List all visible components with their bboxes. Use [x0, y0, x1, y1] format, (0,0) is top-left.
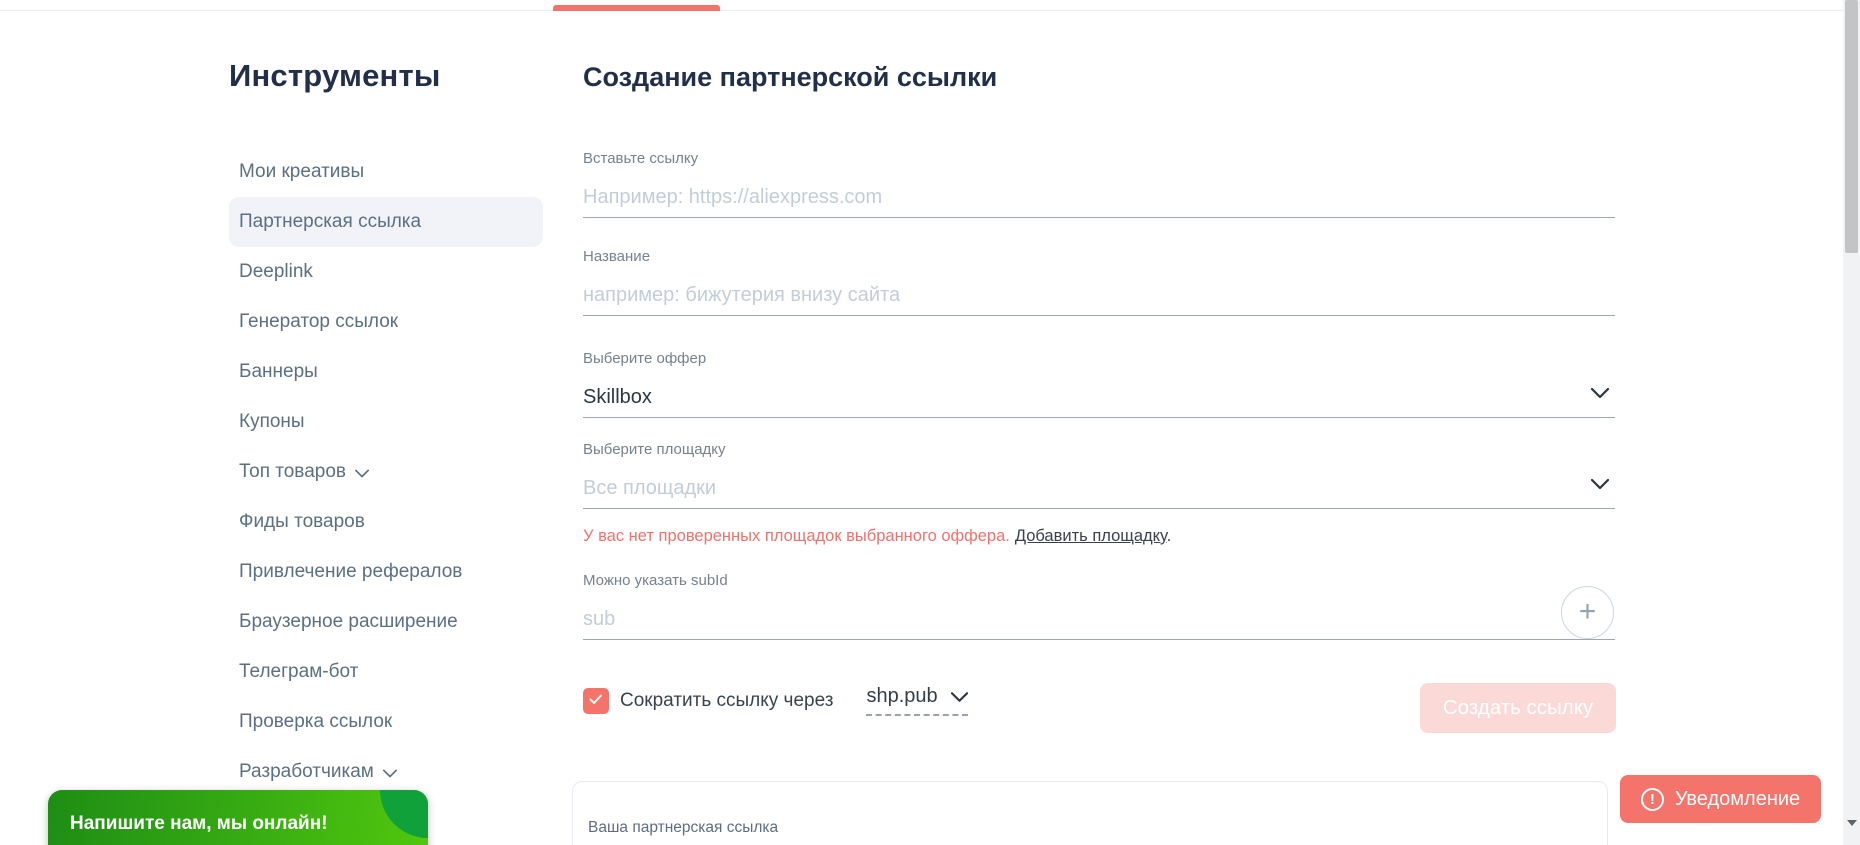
create-link-button[interactable]: Создать ссылку	[1420, 683, 1616, 733]
sidebar-item-coupons[interactable]: Купоны	[229, 397, 543, 447]
name-field-label: Название	[583, 248, 651, 265]
sidebar-item-my-creatives[interactable]: Мои креативы	[229, 147, 543, 197]
sidebar-title: Инструменты	[229, 58, 441, 93]
shortener-service-select[interactable]: shp.pub	[866, 685, 968, 716]
sidebar-item-browser-extension[interactable]: Браузерное расширение	[229, 597, 543, 647]
top-tab-bar	[0, 0, 1860, 11]
sidebar-item-deeplink[interactable]: Deeplink	[229, 247, 543, 297]
name-input[interactable]	[583, 284, 1615, 307]
chat-widget[interactable]: Напишите нам, мы онлайн!	[48, 790, 428, 845]
subid-field: Можно указать subId	[583, 572, 1615, 640]
chat-message: Напишите нам, мы онлайн!	[70, 813, 328, 834]
offer-select[interactable]: Выберите оффер Skillbox	[583, 350, 1615, 418]
offer-selected-value: Skillbox	[583, 386, 652, 408]
active-tab-indicator	[553, 5, 720, 11]
shorten-link-row: Сократить ссылку через shp.pub	[583, 685, 968, 716]
link-field: Вставьте ссылку	[583, 150, 1615, 218]
link-field-label: Вставьте ссылку	[583, 150, 699, 167]
notification-label: Уведомление	[1674, 787, 1801, 810]
subid-field-label: Можно указать subId	[583, 572, 728, 589]
add-subid-button[interactable]: +	[1561, 586, 1614, 639]
chevron-down-icon	[1590, 476, 1610, 494]
subid-input[interactable]	[583, 608, 1615, 631]
sidebar-item-top-products[interactable]: Топ товаров	[229, 447, 543, 497]
chevron-down-icon	[1590, 385, 1610, 403]
result-card-label: Ваша партнерская ссылка	[588, 819, 779, 836]
shorten-checkbox[interactable]	[583, 687, 609, 714]
platform-error-text: У вас нет проверенных площадок выбранног…	[583, 527, 1010, 545]
chevron-down-icon	[382, 769, 397, 778]
link-input[interactable]	[583, 186, 1615, 209]
notification-button[interactable]: ! Уведомление	[1620, 775, 1821, 823]
check-icon	[589, 692, 603, 710]
scrollbar-down-arrow[interactable]	[1847, 820, 1857, 826]
platform-select[interactable]: Выберите площадку Все площадки	[583, 441, 1615, 509]
shorten-checkbox-label: Сократить ссылку через	[620, 689, 834, 711]
sidebar-item-link-generator[interactable]: Генератор ссылок	[229, 297, 543, 347]
chevron-down-icon	[355, 469, 369, 478]
shortener-selected-value: shp.pub	[866, 685, 938, 707]
platform-select-label: Выберите площадку	[583, 441, 726, 458]
platform-placeholder: Все площадки	[583, 477, 717, 499]
sidebar-item-referrals[interactable]: Привлечение рефералов	[229, 547, 543, 597]
sidebar-item-telegram-bot[interactable]: Телеграм-бот	[229, 647, 543, 697]
scrollbar-thumb[interactable]	[1845, 0, 1858, 253]
add-platform-link[interactable]: Добавить площадку	[1015, 527, 1167, 545]
page-title: Создание партнерской ссылки	[583, 62, 998, 92]
tools-sidebar: Инструменты Мои креативы Партнерская ссы…	[229, 58, 543, 782]
chat-corner-decoration	[380, 790, 428, 838]
name-field: Название	[583, 248, 1615, 316]
sidebar-item-affiliate-link[interactable]: Партнерская ссылка	[229, 197, 543, 247]
platform-error: У вас нет проверенных площадок выбранног…	[583, 527, 1172, 545]
plus-icon: +	[1578, 595, 1597, 628]
sidebar-item-product-feeds[interactable]: Фиды товаров	[229, 497, 543, 547]
sidebar-item-link-check[interactable]: Проверка ссылок	[229, 697, 543, 747]
scrollbar-track[interactable]	[1843, 0, 1860, 845]
alert-icon: !	[1640, 787, 1664, 811]
offer-select-label: Выберите оффер	[583, 350, 707, 367]
sidebar-item-banners[interactable]: Баннеры	[229, 347, 543, 397]
sidebar-menu: Мои креативы Партнерская ссылка Deeplink…	[229, 147, 543, 797]
chevron-down-icon	[950, 691, 968, 702]
result-card: Ваша партнерская ссылка	[572, 781, 1608, 845]
